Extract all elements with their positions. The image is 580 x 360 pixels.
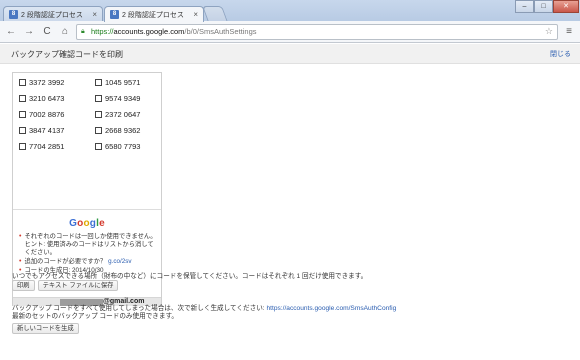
lock-icon: 🔒︎ bbox=[81, 27, 85, 35]
divider bbox=[13, 209, 161, 210]
backup-code: 6580 7793 bbox=[95, 142, 155, 151]
note-item: • 追加のコードが必要ですか？ g.co/2sv bbox=[19, 258, 132, 265]
page-title: バックアップ確認コードを印刷 bbox=[11, 50, 123, 59]
checkbox-icon bbox=[95, 126, 102, 134]
url-text: https://accounts.google.com/b/0/SmsAuthS… bbox=[91, 27, 257, 36]
generate-new-codes-button[interactable]: 新しいコードを生成 bbox=[12, 323, 79, 334]
save-text-file-button[interactable]: テキスト ファイルに保存 bbox=[37, 280, 119, 291]
latest-set-text: 最新のセットのバックアップ コードのみ使用できます。 bbox=[12, 313, 179, 320]
print-button[interactable]: 印刷 bbox=[12, 280, 35, 291]
checkbox-icon bbox=[19, 78, 26, 86]
menu-icon[interactable]: ≡ bbox=[562, 25, 576, 39]
google-logo: Google bbox=[69, 218, 105, 229]
checkbox-icon bbox=[19, 142, 26, 150]
checkbox-icon bbox=[95, 94, 102, 102]
tab-close-icon[interactable]: × bbox=[92, 10, 97, 19]
home-button[interactable]: ⌂ bbox=[58, 25, 72, 39]
tab-title: 2 段階認証プロセス bbox=[21, 11, 83, 19]
tab-close-icon[interactable]: × bbox=[193, 10, 198, 19]
backup-code: 3847 4137 bbox=[19, 126, 95, 135]
back-button[interactable]: ← bbox=[4, 25, 18, 39]
checkbox-icon bbox=[95, 78, 102, 86]
new-tab-button[interactable] bbox=[202, 6, 228, 22]
page-content: バックアップ確認コードを印刷 閉じる 3372 3992 1045 9571 3… bbox=[0, 44, 580, 360]
backup-code: 7704 2851 bbox=[19, 142, 95, 151]
close-link[interactable]: 閉じる bbox=[550, 49, 571, 59]
address-bar[interactable]: 🔒︎ https://accounts.google.com/b/0/SmsAu… bbox=[76, 23, 558, 40]
action-buttons: 印刷 テキスト ファイルに保存 bbox=[12, 280, 119, 291]
backup-code: 2372 0647 bbox=[95, 110, 155, 119]
bookmark-star-icon[interactable]: ☆ bbox=[545, 26, 553, 37]
note-item: • それぞれのコードは一回しか使用できません。 ヒント: 使用済みのコードはリスト… bbox=[19, 233, 157, 256]
tab-2sv-1[interactable]: 8 2 段階認証プロセス × bbox=[3, 6, 103, 22]
backup-code: 3210 6473 bbox=[19, 94, 95, 103]
page-header: バックアップ確認コードを印刷 閉じる bbox=[0, 44, 580, 64]
tab-strip: 8 2 段階認証プロセス × 8 2 段階認証プロセス × – □ ✕ bbox=[0, 0, 580, 22]
sms-auth-config-link[interactable]: https://accounts.google.com/SmsAuthConfi… bbox=[267, 305, 397, 312]
maximize-button[interactable]: □ bbox=[534, 0, 553, 13]
backup-code: 7002 8876 bbox=[19, 110, 95, 119]
close-window-button[interactable]: ✕ bbox=[553, 0, 579, 13]
more-codes-link[interactable]: g.co/2sv bbox=[108, 258, 131, 265]
tab-title: 2 段階認証プロセス bbox=[122, 11, 184, 19]
bullet-icon: • bbox=[19, 233, 22, 240]
minimize-button[interactable]: – bbox=[515, 0, 534, 13]
browser-window: 8 2 段階認証プロセス × 8 2 段階認証プロセス × – □ ✕ ← → … bbox=[0, 0, 580, 360]
forward-button[interactable]: → bbox=[22, 25, 36, 39]
browser-toolbar: ← → C ⌂ 🔒︎ https://accounts.google.com/b… bbox=[0, 21, 580, 43]
backup-code: 3372 3992 bbox=[19, 78, 95, 87]
google-favicon-icon: 8 bbox=[110, 10, 119, 19]
instructions-text: いつでもアクセスできる場所（財布の中など）にコードを保管してください。コードはそ… bbox=[12, 273, 368, 280]
checkbox-icon bbox=[95, 142, 102, 150]
bullet-icon: • bbox=[19, 258, 22, 265]
window-controls: – □ ✕ bbox=[515, 0, 579, 13]
reload-button[interactable]: C bbox=[40, 25, 54, 39]
codes-grid: 3372 3992 1045 9571 3210 6473 9574 9349 … bbox=[19, 78, 157, 151]
checkbox-icon bbox=[19, 126, 26, 134]
checkbox-icon bbox=[19, 110, 26, 118]
backup-code: 1045 9571 bbox=[95, 78, 155, 87]
checkbox-icon bbox=[95, 110, 102, 118]
backup-code: 2668 9362 bbox=[95, 126, 155, 135]
tab-2sv-2[interactable]: 8 2 段階認証プロセス × bbox=[104, 6, 204, 22]
google-favicon-icon: 8 bbox=[9, 10, 18, 19]
backup-code: 9574 9349 bbox=[95, 94, 155, 103]
checkbox-icon bbox=[19, 94, 26, 102]
